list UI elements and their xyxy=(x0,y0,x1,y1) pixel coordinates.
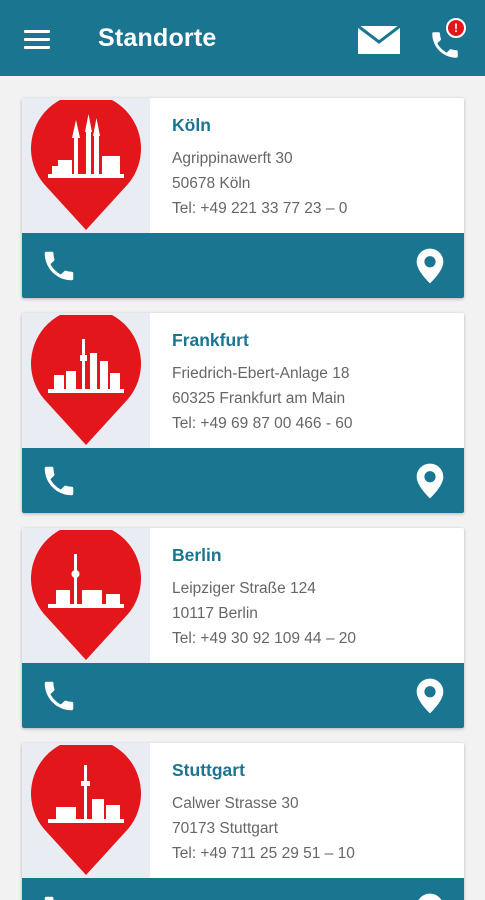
phone-icon[interactable] xyxy=(40,892,78,900)
alert-badge: ! xyxy=(446,18,466,38)
city-name: Berlin xyxy=(172,545,222,565)
location-pin-icon xyxy=(31,745,141,875)
zip-city: 60325 Frankfurt am Main xyxy=(172,390,346,407)
map-pin-icon[interactable] xyxy=(414,462,446,500)
street-address: Leipziger Straße 124 xyxy=(172,580,316,597)
phone-number: Tel: +49 30 92 109 44 – 20 xyxy=(172,630,357,647)
phone-number: Tel: +49 69 87 00 466 - 60 xyxy=(172,415,353,432)
location-card[interactable]: Stuttgart Calwer Strasse 30 70173 Stuttg… xyxy=(22,743,464,900)
phone-icon[interactable] xyxy=(40,462,78,500)
phone-number: Tel: +49 711 25 29 51 – 10 xyxy=(172,845,355,862)
mail-icon[interactable] xyxy=(357,24,401,55)
menu-icon[interactable] xyxy=(24,28,52,50)
zip-city: 70173 Stuttgart xyxy=(172,820,278,837)
city-pin-image xyxy=(22,743,150,878)
location-card[interactable]: Köln Agrippinawerft 30 50678 Köln Tel: +… xyxy=(22,98,464,298)
map-pin-icon[interactable] xyxy=(414,677,446,715)
street-address: Friedrich-Ebert-Anlage 18 xyxy=(172,365,350,382)
location-pin-icon xyxy=(31,100,141,230)
card-action-bar xyxy=(22,878,464,900)
street-address: Agrippinawerft 30 xyxy=(172,150,293,167)
street-address: Calwer Strasse 30 xyxy=(172,795,299,812)
app-bar: Standorte ! xyxy=(0,0,485,76)
location-card[interactable]: Berlin Leipziger Straße 124 10117 Berlin… xyxy=(22,528,464,728)
card-action-bar xyxy=(22,233,464,298)
zip-city: 10117 Berlin xyxy=(172,605,258,622)
city-pin-image xyxy=(22,313,150,448)
card-action-bar xyxy=(22,448,464,513)
zip-city: 50678 Köln xyxy=(172,175,251,192)
map-pin-icon[interactable] xyxy=(414,247,446,285)
phone-number: Tel: +49 221 33 77 23 – 0 xyxy=(172,200,348,217)
city-name: Frankfurt xyxy=(172,330,249,350)
phone-alert-icon[interactable]: ! xyxy=(426,18,472,62)
city-name: Köln xyxy=(172,115,211,135)
page-title: Standorte xyxy=(98,24,217,52)
location-pin-icon xyxy=(31,315,141,445)
city-pin-image xyxy=(22,98,150,233)
city-name: Stuttgart xyxy=(172,760,245,780)
location-card[interactable]: Frankfurt Friedrich-Ebert-Anlage 18 6032… xyxy=(22,313,464,513)
phone-icon[interactable] xyxy=(40,247,78,285)
city-pin-image xyxy=(22,528,150,663)
phone-icon[interactable] xyxy=(40,677,78,715)
card-action-bar xyxy=(22,663,464,728)
location-pin-icon xyxy=(31,530,141,660)
map-pin-icon[interactable] xyxy=(414,892,446,900)
